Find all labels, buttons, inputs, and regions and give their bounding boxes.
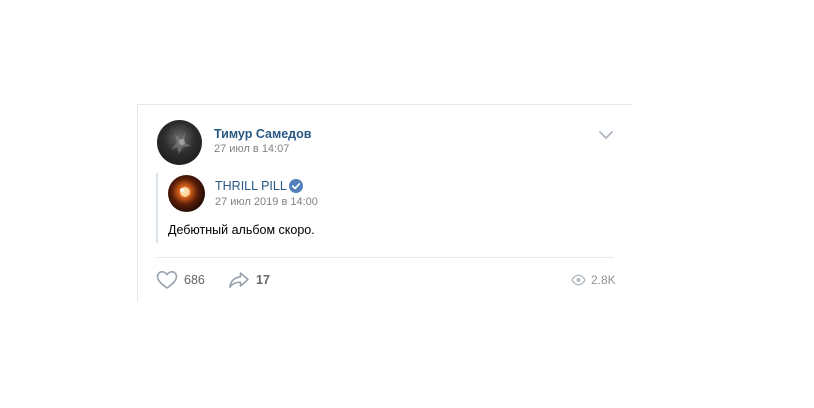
heart-icon [156,271,178,289]
views-counter: 2.8K [571,270,616,290]
author-avatar-image [171,132,191,154]
author-avatar[interactable] [157,120,202,165]
repost-avatar-image [180,187,190,197]
view-count: 2.8K [591,273,616,287]
repost-source-avatar[interactable] [168,175,205,212]
author-name[interactable]: Тимур Самедов [214,127,311,141]
like-count: 686 [184,273,205,287]
post-date[interactable]: 27 июл в 14:07 [214,143,289,155]
repost-source-date[interactable]: 27 июл 2019 в 14:00 [215,196,318,208]
post-text: Дебютный альбом скоро. [168,223,315,237]
post-card: Тимур Самедов 27 июл в 14:07 THRILL PILL… [137,104,632,302]
actions-divider [156,257,614,258]
share-count: 17 [256,273,270,287]
share-button[interactable]: 17 [228,270,270,290]
verified-icon [289,179,303,193]
repost-indicator-bar [156,173,158,243]
like-button[interactable]: 686 [156,270,205,290]
eye-icon [571,274,586,286]
repost-source-name[interactable]: THRILL PILL [215,179,287,193]
chevron-down-icon[interactable] [598,129,614,141]
share-arrow-icon [229,272,249,288]
